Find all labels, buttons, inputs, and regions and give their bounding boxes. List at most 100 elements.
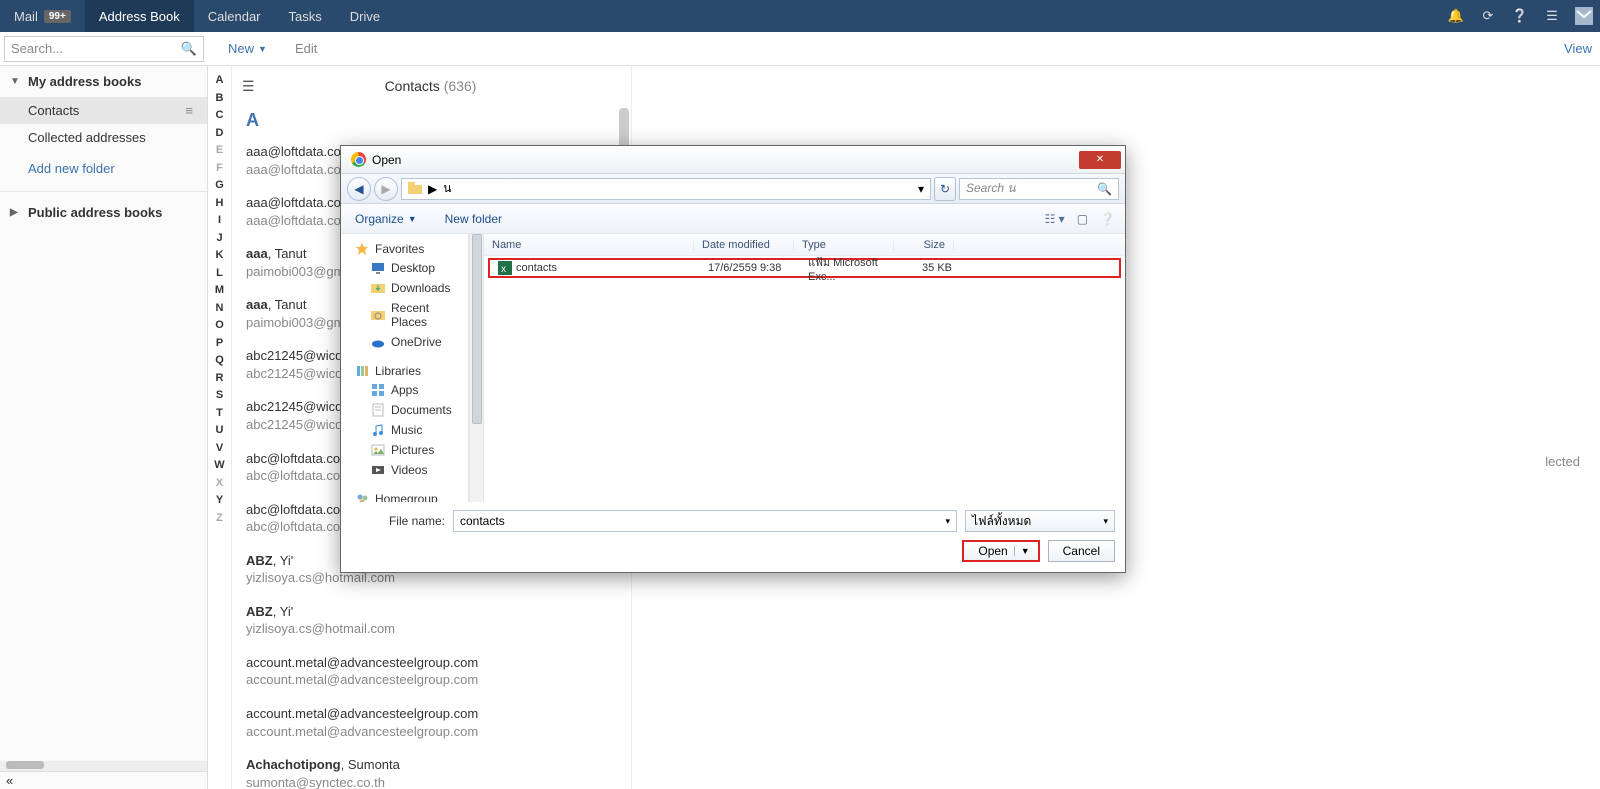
file-row-contacts[interactable]: x contacts 17/6/2559 9:38 แฟ้ม Microsoft… xyxy=(488,258,1121,278)
tree-public-books[interactable]: ▶Public address books xyxy=(0,197,207,228)
tree-item-contacts[interactable]: Contacts≡ xyxy=(0,97,207,124)
filename-label: File name: xyxy=(351,514,445,528)
nav-mail-label: Mail xyxy=(14,9,38,24)
add-folder-link[interactable]: Add new folder xyxy=(0,151,207,186)
side-group-homegroup[interactable]: Homegroup xyxy=(341,488,468,502)
tree-item-collected[interactable]: Collected addresses xyxy=(0,124,207,151)
view-button[interactable]: View xyxy=(1564,41,1600,56)
dialog-search-input[interactable]: Search น 🔍 xyxy=(959,178,1119,200)
cancel-button[interactable]: Cancel xyxy=(1048,540,1115,562)
new-folder-button[interactable]: New folder xyxy=(441,208,506,230)
alpha-G[interactable]: G xyxy=(208,179,231,197)
detail-placeholder: lected xyxy=(1545,454,1580,469)
side-item-recent-places[interactable]: Recent Places xyxy=(341,298,468,332)
contact-item[interactable]: ABZ, Yi'yizlisoya.cs@hotmail.com xyxy=(232,595,631,646)
search-input[interactable]: Search... 🔍 xyxy=(4,36,204,62)
alpha-P[interactable]: P xyxy=(208,337,231,355)
filetype-select[interactable]: ไฟล์ทั้งหมด▾ xyxy=(965,510,1115,532)
side-item-apps[interactable]: Apps xyxy=(341,380,468,400)
alpha-V[interactable]: V xyxy=(208,442,231,460)
contacts-count: (636) xyxy=(444,78,477,94)
hamburger-icon[interactable]: ≡ xyxy=(185,103,193,118)
unread-badge: 99+ xyxy=(44,10,71,23)
organize-button[interactable]: Organize ▼ xyxy=(351,208,421,230)
open-button[interactable]: Open▼ xyxy=(962,540,1039,562)
dialog-help-icon[interactable]: ❔ xyxy=(1100,212,1115,226)
alpha-Z: Z xyxy=(208,512,231,530)
nav-drive[interactable]: Drive xyxy=(336,0,394,32)
close-button[interactable]: ✕ xyxy=(1079,151,1121,169)
tree-my-address-books[interactable]: ▼My address books xyxy=(0,66,207,97)
side-group-favorites[interactable]: Favorites xyxy=(341,238,468,258)
horizontal-scrollbar[interactable] xyxy=(0,761,207,771)
alpha-E: E xyxy=(208,144,231,162)
nav-back-button[interactable]: ◀ xyxy=(347,177,371,201)
svg-text:x: x xyxy=(501,264,506,275)
contacts-title: Contacts xyxy=(385,78,440,94)
alpha-T[interactable]: T xyxy=(208,407,231,425)
open-file-dialog: Open ✕ ◀ ▶ ▶น ▾ ↻ Search น 🔍 Organize ▼ … xyxy=(340,145,1126,573)
new-button[interactable]: New▼ xyxy=(214,41,281,56)
search-icon[interactable]: 🔍 xyxy=(181,41,197,57)
nav-address-book[interactable]: Address Book xyxy=(85,0,194,32)
alpha-U[interactable]: U xyxy=(208,424,231,442)
alpha-I[interactable]: I xyxy=(208,214,231,232)
alpha-N[interactable]: N xyxy=(208,302,231,320)
alpha-L[interactable]: L xyxy=(208,267,231,285)
alpha-O[interactable]: O xyxy=(208,319,231,337)
refresh-icon[interactable]: ⟳ xyxy=(1472,0,1504,32)
preview-pane-button[interactable]: ▢ xyxy=(1077,212,1088,226)
contact-item[interactable]: account.metal@advancesteelgroup.comaccou… xyxy=(232,646,631,697)
view-mode-button[interactable]: ☷ ▾ xyxy=(1045,212,1065,226)
alpha-F: F xyxy=(208,162,231,180)
bell-icon[interactable]: 🔔 xyxy=(1440,0,1472,32)
alpha-C[interactable]: C xyxy=(208,109,231,127)
nav-calendar[interactable]: Calendar xyxy=(194,0,275,32)
search-icon[interactable]: 🔍 xyxy=(1097,182,1112,196)
select-all-icon[interactable]: ☰ xyxy=(242,78,255,95)
collapse-sidebar[interactable]: « xyxy=(0,771,207,789)
side-item-desktop[interactable]: Desktop xyxy=(341,258,468,278)
sidebar-scrollbar[interactable] xyxy=(469,234,484,502)
alpha-K[interactable]: K xyxy=(208,249,231,267)
alpha-Y[interactable]: Y xyxy=(208,494,231,512)
refresh-path-button[interactable]: ↻ xyxy=(934,177,956,201)
alpha-J[interactable]: J xyxy=(208,232,231,250)
folder-icon xyxy=(408,182,422,196)
chrome-icon xyxy=(351,152,366,167)
side-item-documents[interactable]: Documents xyxy=(341,400,468,420)
help-icon[interactable]: ❔ xyxy=(1504,0,1536,32)
alpha-B[interactable]: B xyxy=(208,92,231,110)
top-nav: Mail 99+ Address Book Calendar Tasks Dri… xyxy=(0,0,1600,32)
excel-icon: x xyxy=(498,261,512,275)
alpha-W[interactable]: W xyxy=(208,459,231,477)
alpha-A[interactable]: A xyxy=(208,74,231,92)
contact-item[interactable]: account.metal@advancesteelgroup.comaccou… xyxy=(232,697,631,748)
nav-tasks[interactable]: Tasks xyxy=(275,0,336,32)
side-item-music[interactable]: Music xyxy=(341,420,468,440)
alpha-M[interactable]: M xyxy=(208,284,231,302)
nav-fwd-button[interactable]: ▶ xyxy=(374,177,398,201)
section-letter: A xyxy=(232,106,631,135)
menu-icon[interactable]: ☰ xyxy=(1536,0,1568,32)
logo-icon xyxy=(1568,0,1600,32)
alpha-index: ABCDEFGHIJKLMNOPQRSTUVWXYZ xyxy=(208,66,232,789)
path-bar[interactable]: ▶น ▾ xyxy=(401,178,931,200)
side-group-libraries[interactable]: Libraries xyxy=(341,360,468,380)
alpha-D[interactable]: D xyxy=(208,127,231,145)
side-item-onedrive[interactable]: OneDrive xyxy=(341,332,468,352)
contact-item[interactable]: Achachotipong, Sumontasumonta@synctec.co… xyxy=(232,748,631,789)
alpha-X: X xyxy=(208,477,231,495)
side-item-videos[interactable]: Videos xyxy=(341,460,468,480)
alpha-S[interactable]: S xyxy=(208,389,231,407)
nav-mail[interactable]: Mail 99+ xyxy=(0,0,85,32)
side-item-downloads[interactable]: Downloads xyxy=(341,278,468,298)
alpha-R[interactable]: R xyxy=(208,372,231,390)
toolbar: Search... 🔍 New▼ Edit View xyxy=(0,32,1600,66)
alpha-H[interactable]: H xyxy=(208,197,231,215)
edit-button[interactable]: Edit xyxy=(281,41,331,56)
alpha-Q[interactable]: Q xyxy=(208,354,231,372)
side-item-pictures[interactable]: Pictures xyxy=(341,440,468,460)
filename-input[interactable]: contacts▾ xyxy=(453,510,957,532)
file-list: Name Date modified Type Size x contacts … xyxy=(484,234,1125,502)
